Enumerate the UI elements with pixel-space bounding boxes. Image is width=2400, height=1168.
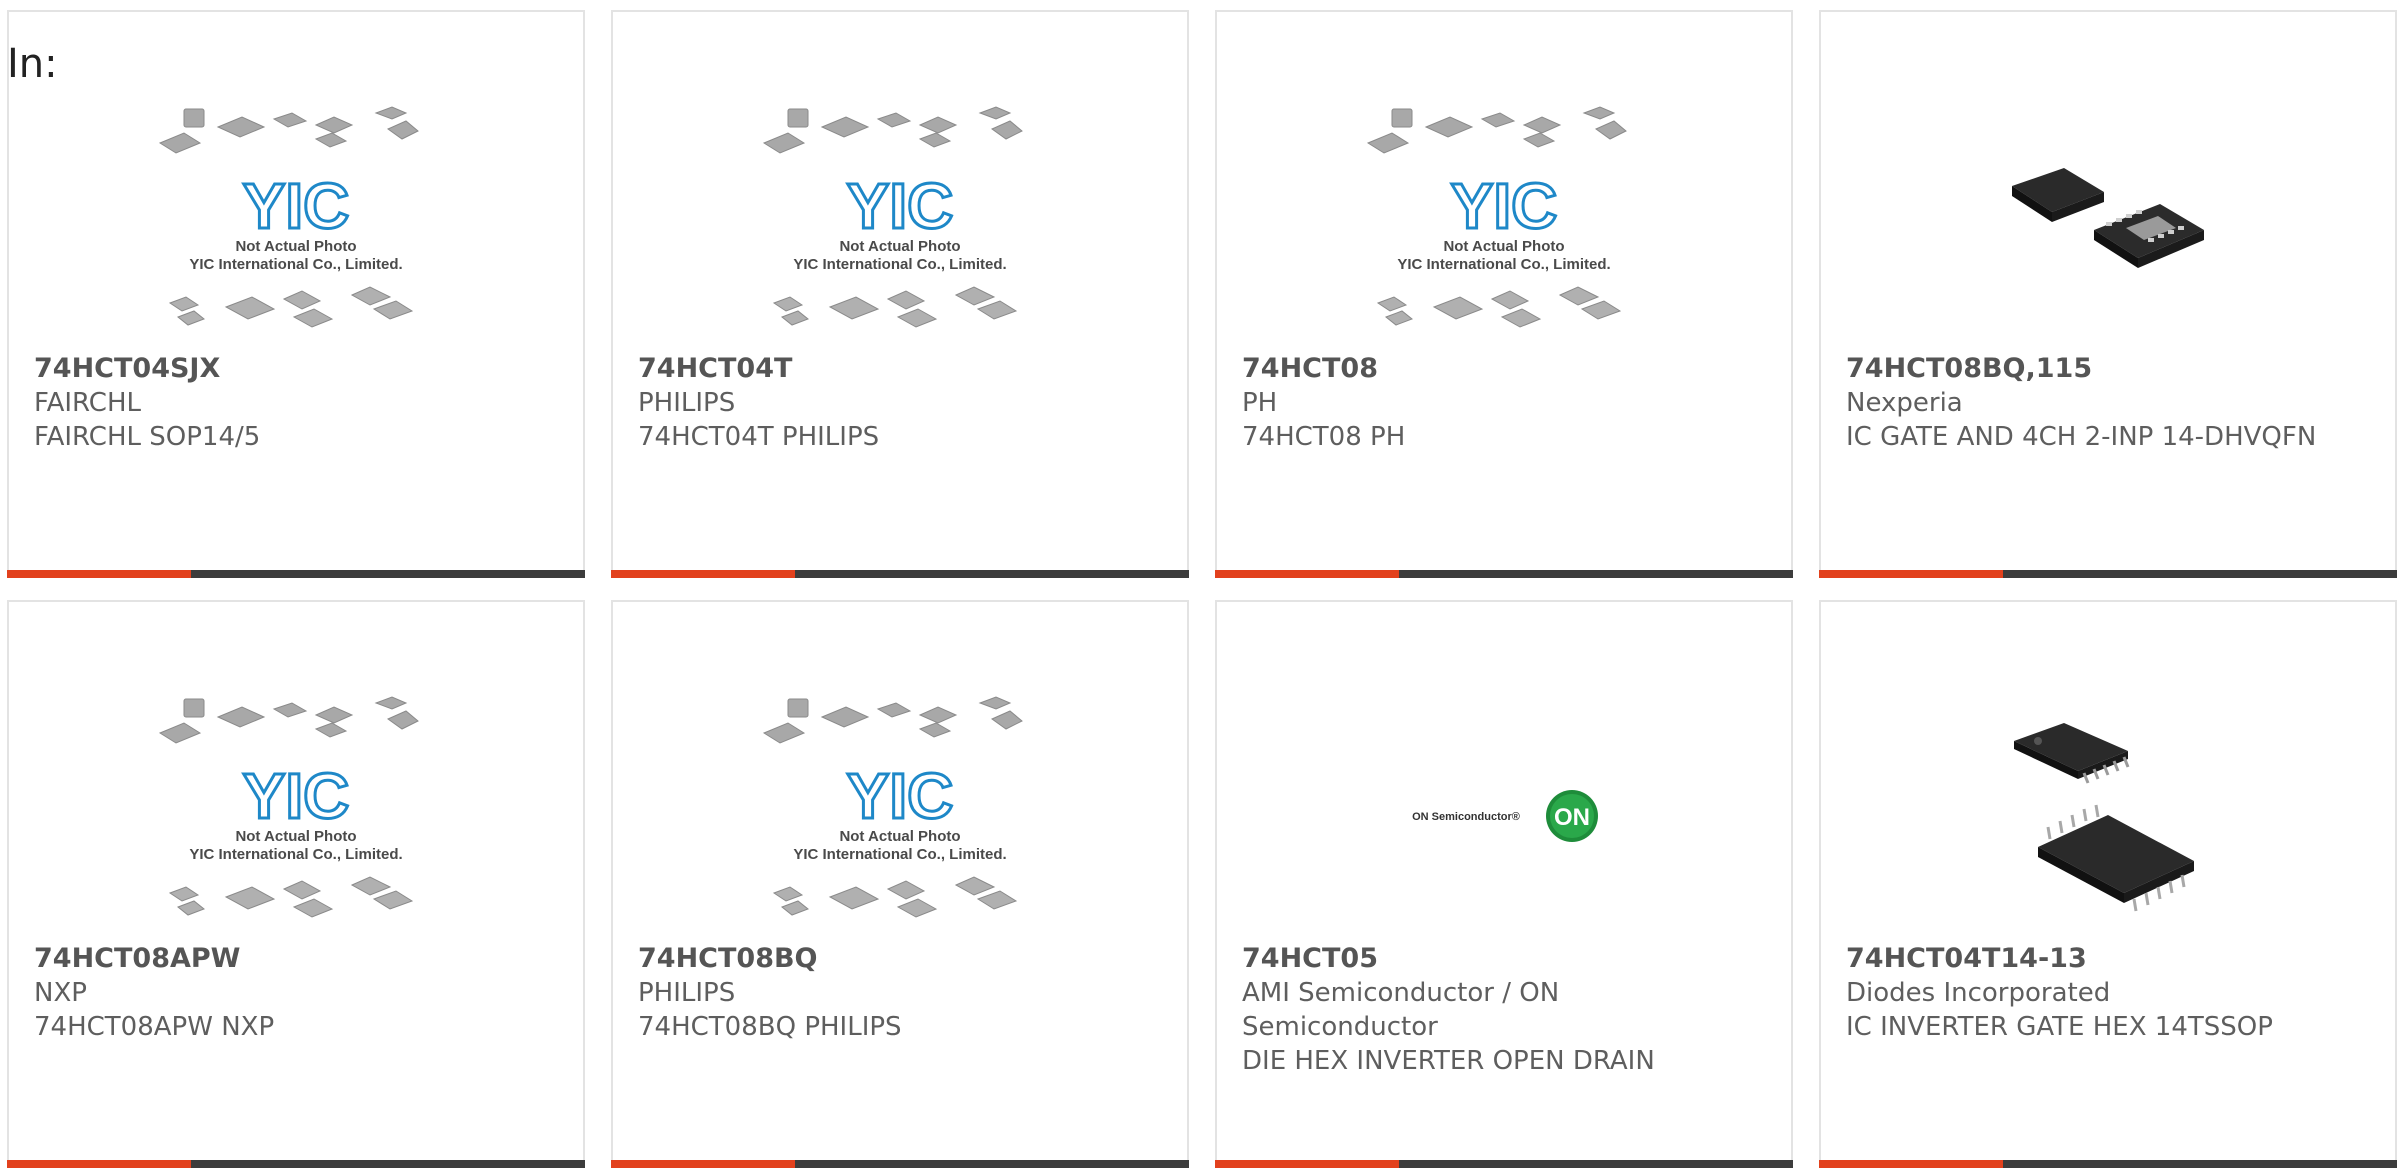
manufacturer: PH <box>1242 388 1278 418</box>
tssop-chip-photo <box>2014 723 2194 912</box>
yic-logo: YIC <box>243 170 350 242</box>
product-image: YIC Not Actual Photo YIC International C… <box>613 98 1187 354</box>
description: 74HCT08APW NXP <box>34 1012 275 1042</box>
part-number-link[interactable]: 74HCT04T <box>638 352 1147 386</box>
card-bottom-bar <box>1215 570 1793 578</box>
card-accent-bar <box>7 570 191 578</box>
part-number-link[interactable]: 74HCT04SJX <box>34 352 543 386</box>
product-card[interactable]: 74HCT04T14-13 Diodes Incorporated IC INV… <box>1819 600 2397 1168</box>
manufacturer: PHILIPS <box>638 388 736 418</box>
product-info: 74HCT04SJX FAIRCHL FAIRCHL SOP14/5 <box>34 352 543 454</box>
description: 74HCT08 PH <box>1242 422 1406 452</box>
part-number-link[interactable]: 74HCT05 <box>1242 942 1751 976</box>
placeholder-line1: Not Actual Photo <box>839 238 960 255</box>
yic-logo: YIC <box>243 760 350 832</box>
card-accent-bar <box>611 570 795 578</box>
product-image <box>1821 98 2395 354</box>
description: FAIRCHL SOP14/5 <box>34 422 261 452</box>
card-accent-bar <box>1819 570 2003 578</box>
manufacturer: AMI Semiconductor / ON Semiconductor <box>1242 978 1560 1042</box>
product-card[interactable]: 74HCT08BQ,115 Nexperia IC GATE AND 4CH 2… <box>1819 10 2397 578</box>
placeholder-line2: YIC International Co., Limited. <box>793 846 1006 863</box>
product-info: 74HCT04T14-13 Diodes Incorporated IC INV… <box>1846 942 2355 1044</box>
manufacturer: Nexperia <box>1846 388 1963 418</box>
product-info: 74HCT08BQ PHILIPS 74HCT08BQ PHILIPS <box>638 942 1147 1044</box>
description: IC INVERTER GATE HEX 14TSSOP <box>1846 1012 2273 1042</box>
part-number-link[interactable]: 74HCT08BQ <box>638 942 1147 976</box>
placeholder-line1: Not Actual Photo <box>1443 238 1564 255</box>
description: 74HCT04T PHILIPS <box>638 422 880 452</box>
filter-label: In: <box>7 41 58 87</box>
product-image: ON Semiconductor® ON <box>1217 688 1791 944</box>
placeholder-line2: YIC International Co., Limited. <box>189 846 402 863</box>
manufacturer: NXP <box>34 978 87 1008</box>
not-actual-photo-placeholder: YIC Not Actual Photo YIC International C… <box>762 106 1023 328</box>
product-card[interactable]: YIC Not Actual Photo YIC International C… <box>1215 10 1793 578</box>
product-info: 74HCT04T PHILIPS 74HCT04T PHILIPS <box>638 352 1147 454</box>
dhvqfn-chip-photo <box>2012 168 2204 268</box>
product-card[interactable]: ON Semiconductor® ON 74HCT05 AMI Semicon… <box>1215 600 1793 1168</box>
manufacturer: Diodes Incorporated <box>1846 978 2111 1008</box>
part-number-link[interactable]: 74HCT08APW <box>34 942 543 976</box>
placeholder-line1: Not Actual Photo <box>839 828 960 845</box>
placeholder-line1: Not Actual Photo <box>235 238 356 255</box>
not-actual-photo-placeholder: YIC Not Actual Photo YIC International C… <box>1366 106 1627 328</box>
product-info: 74HCT05 AMI Semiconductor / ON Semicondu… <box>1242 942 1751 1078</box>
product-image: YIC Not Actual Photo YIC International C… <box>9 688 583 944</box>
not-actual-photo-placeholder: YIC Not Actual Photo YIC International C… <box>158 106 419 328</box>
product-card[interactable]: YIC Not Actual Photo YIC International C… <box>611 10 1189 578</box>
on-semiconductor-logo: ON Semiconductor® ON <box>1412 790 1598 842</box>
card-bottom-bar <box>1819 570 2397 578</box>
product-image <box>1821 688 2395 944</box>
product-card[interactable]: YIC Not Actual Photo YIC International C… <box>7 10 585 578</box>
on-semi-wordmark: ON Semiconductor® <box>1412 811 1520 823</box>
part-number-link[interactable]: 74HCT08BQ,115 <box>1846 352 2355 386</box>
product-info: 74HCT08APW NXP 74HCT08APW NXP <box>34 942 543 1044</box>
placeholder-line2: YIC International Co., Limited. <box>793 256 1006 273</box>
yic-logo: YIC <box>1451 170 1558 242</box>
product-image: YIC Not Actual Photo YIC International C… <box>1217 98 1791 354</box>
product-grid: YIC Not Actual Photo YIC International C… <box>7 10 2400 1168</box>
product-image: YIC Not Actual Photo YIC International C… <box>9 98 583 354</box>
description: IC GATE AND 4CH 2-INP 14-DHVQFN <box>1846 422 2317 452</box>
product-info: 74HCT08BQ,115 Nexperia IC GATE AND 4CH 2… <box>1846 352 2355 454</box>
product-card[interactable]: YIC Not Actual Photo YIC International C… <box>611 600 1189 1168</box>
description: DIE HEX INVERTER OPEN DRAIN <box>1242 1046 1655 1076</box>
card-accent-bar <box>1215 570 1399 578</box>
product-info: 74HCT08 PH 74HCT08 PH <box>1242 352 1751 454</box>
not-actual-photo-placeholder: YIC Not Actual Photo YIC International C… <box>762 696 1023 918</box>
placeholder-line1: Not Actual Photo <box>235 828 356 845</box>
part-number-link[interactable]: 74HCT04T14-13 <box>1846 942 2355 976</box>
description: 74HCT08BQ PHILIPS <box>638 1012 902 1042</box>
card-bottom-bar <box>7 570 585 578</box>
part-number-link[interactable]: 74HCT08 <box>1242 352 1751 386</box>
card-bottom-bar <box>611 570 1189 578</box>
manufacturer: PHILIPS <box>638 978 736 1008</box>
manufacturer: FAIRCHL <box>34 388 141 418</box>
not-actual-photo-placeholder: YIC Not Actual Photo YIC International C… <box>158 696 419 918</box>
placeholder-line2: YIC International Co., Limited. <box>1397 256 1610 273</box>
yic-logo: YIC <box>847 170 954 242</box>
on-badge-text: ON <box>1554 804 1590 831</box>
yic-logo: YIC <box>847 760 954 832</box>
placeholder-line2: YIC International Co., Limited. <box>189 256 402 273</box>
product-image: YIC Not Actual Photo YIC International C… <box>613 688 1187 944</box>
product-card[interactable]: YIC Not Actual Photo YIC International C… <box>7 600 585 1168</box>
